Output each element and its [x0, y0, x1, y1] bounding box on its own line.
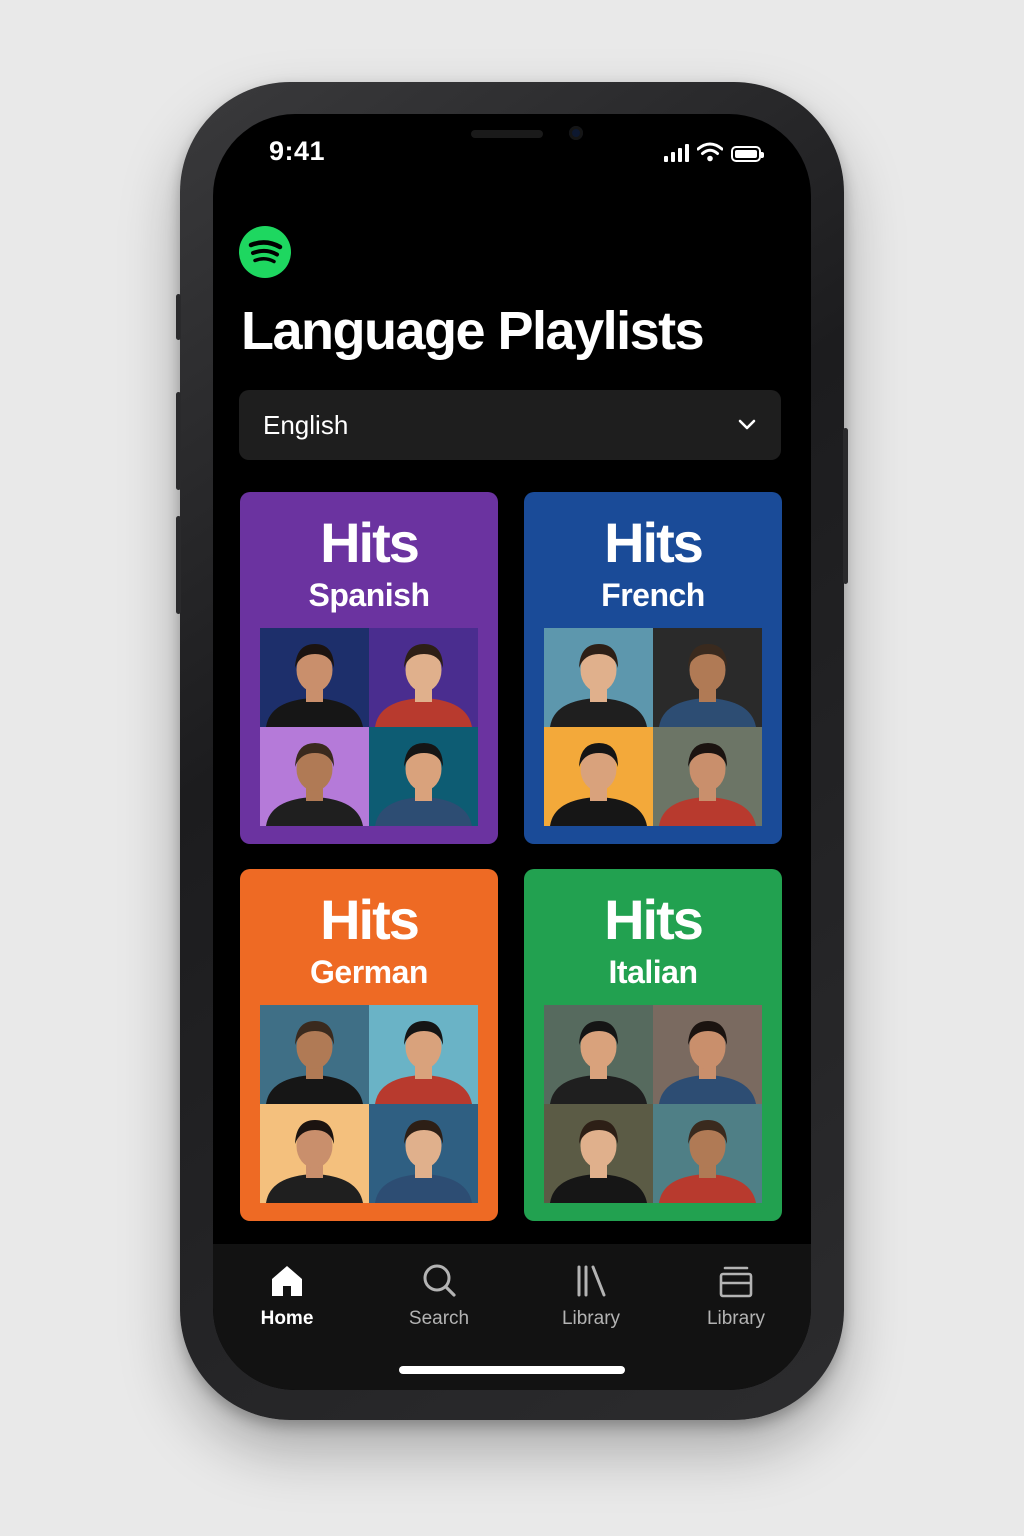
tab-search-label: Search: [408, 1308, 470, 1329]
screen: 9:41 Language Playlists English Hits Spa…: [213, 114, 811, 1390]
playlist-card-french[interactable]: Hits French: [524, 492, 782, 844]
spotify-logo-icon: [239, 226, 291, 278]
front-camera: [569, 126, 583, 140]
artist-photo: [260, 727, 369, 826]
home-indicator: [399, 1366, 625, 1374]
search-icon: [423, 1264, 456, 1297]
artist-photo-grid: [544, 1005, 762, 1203]
artist-photo: [653, 727, 762, 826]
volume-up-button: [176, 392, 181, 490]
speaker-grille: [471, 130, 543, 138]
language-select-value: English: [263, 409, 349, 440]
notch: [359, 114, 665, 162]
tab-library-stack[interactable]: Library: [676, 1262, 796, 1330]
artist-photo: [260, 628, 369, 727]
artist-photo: [653, 1005, 762, 1104]
artist-photo: [369, 1104, 478, 1203]
playlist-card-language: French: [601, 577, 705, 613]
language-select[interactable]: English: [239, 390, 781, 460]
tab-library[interactable]: Library: [531, 1262, 651, 1330]
wifi-icon: [697, 142, 723, 162]
artist-photo: [369, 727, 478, 826]
playlist-card-title: Hits: [320, 511, 420, 574]
artist-photo: [369, 1005, 478, 1104]
artist-photo: [260, 1005, 369, 1104]
artist-photo: [544, 727, 653, 826]
artist-photo: [653, 1104, 762, 1203]
mute-switch: [176, 294, 181, 340]
artist-photo: [653, 628, 762, 727]
artist-photo: [544, 1005, 653, 1104]
artist-photo: [544, 628, 653, 727]
playlist-card-spanish[interactable]: Hits Spanish: [240, 492, 498, 844]
chevron-down-icon: [738, 419, 756, 430]
playlist-card-german[interactable]: Hits German: [240, 869, 498, 1221]
status-icons: [664, 140, 764, 162]
status-time: 9:41: [269, 136, 326, 166]
artist-photo: [369, 628, 478, 727]
artist-photo-grid: [260, 1005, 478, 1203]
library-icon: [577, 1265, 606, 1297]
playlist-card-language: Spanish: [308, 577, 430, 613]
volume-down-button: [176, 516, 181, 614]
playlist-card-title: Hits: [604, 511, 704, 574]
stack-icon: [719, 1266, 753, 1298]
artist-photo: [544, 1104, 653, 1203]
playlist-card-language: Italian: [608, 954, 698, 990]
playlist-card-language: German: [310, 954, 428, 990]
artist-photo-grid: [544, 628, 762, 826]
home-icon: [272, 1266, 302, 1296]
tab-home[interactable]: Home: [227, 1262, 347, 1330]
playlist-card-title: Hits: [604, 888, 704, 951]
page-title: Language Playlists: [241, 301, 705, 361]
tab-library-stack-label: Library: [706, 1308, 766, 1329]
power-button: [843, 428, 848, 584]
tab-search[interactable]: Search: [379, 1262, 499, 1330]
phone-frame: 9:41 Language Playlists English Hits Spa…: [176, 82, 848, 1420]
playlist-card-title: Hits: [320, 888, 420, 951]
artist-photo-grid: [260, 628, 478, 826]
tab-library-label: Library: [561, 1308, 621, 1329]
battery-icon: [731, 146, 764, 162]
cellular-signal-icon: [664, 144, 689, 162]
tab-home-label: Home: [260, 1308, 314, 1329]
artist-photo: [260, 1104, 369, 1203]
playlist-card-italian[interactable]: Hits Italian: [524, 869, 782, 1221]
